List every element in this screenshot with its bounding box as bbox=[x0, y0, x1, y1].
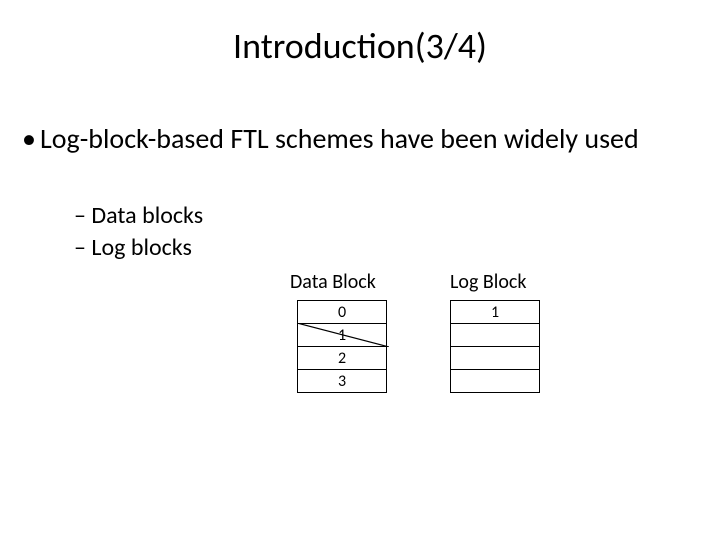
data-block-cell-1: 1 bbox=[298, 324, 387, 347]
slide: Introduction(3/4) Log-block-based FTL sc… bbox=[0, 0, 720, 540]
log-block-label: Log Block bbox=[450, 270, 526, 294]
bullet-level1: Log-block-based FTL schemes have been wi… bbox=[40, 122, 680, 156]
log-block-table: 1 bbox=[450, 300, 540, 393]
data-block-cell-2: 2 bbox=[298, 347, 387, 370]
sub-bullet-log-blocks: Log blocks bbox=[74, 232, 203, 264]
data-block-label: Data Block bbox=[290, 270, 376, 294]
log-block-cell-0: 1 bbox=[451, 301, 540, 324]
log-block-cell-2 bbox=[451, 347, 540, 370]
sub-bullet-list: Data blocks Log blocks bbox=[74, 200, 203, 265]
data-block-cell-0: 0 bbox=[298, 301, 387, 324]
slide-title: Introduction(3/4) bbox=[0, 24, 720, 68]
data-block-cell-3: 3 bbox=[298, 370, 387, 393]
log-block-cell-1 bbox=[451, 324, 540, 347]
data-block-cell-1-value: 1 bbox=[338, 326, 346, 345]
log-block-cell-3 bbox=[451, 370, 540, 393]
data-block-table: 0 1 2 3 bbox=[297, 300, 387, 393]
sub-bullet-data-blocks: Data blocks bbox=[74, 200, 203, 232]
